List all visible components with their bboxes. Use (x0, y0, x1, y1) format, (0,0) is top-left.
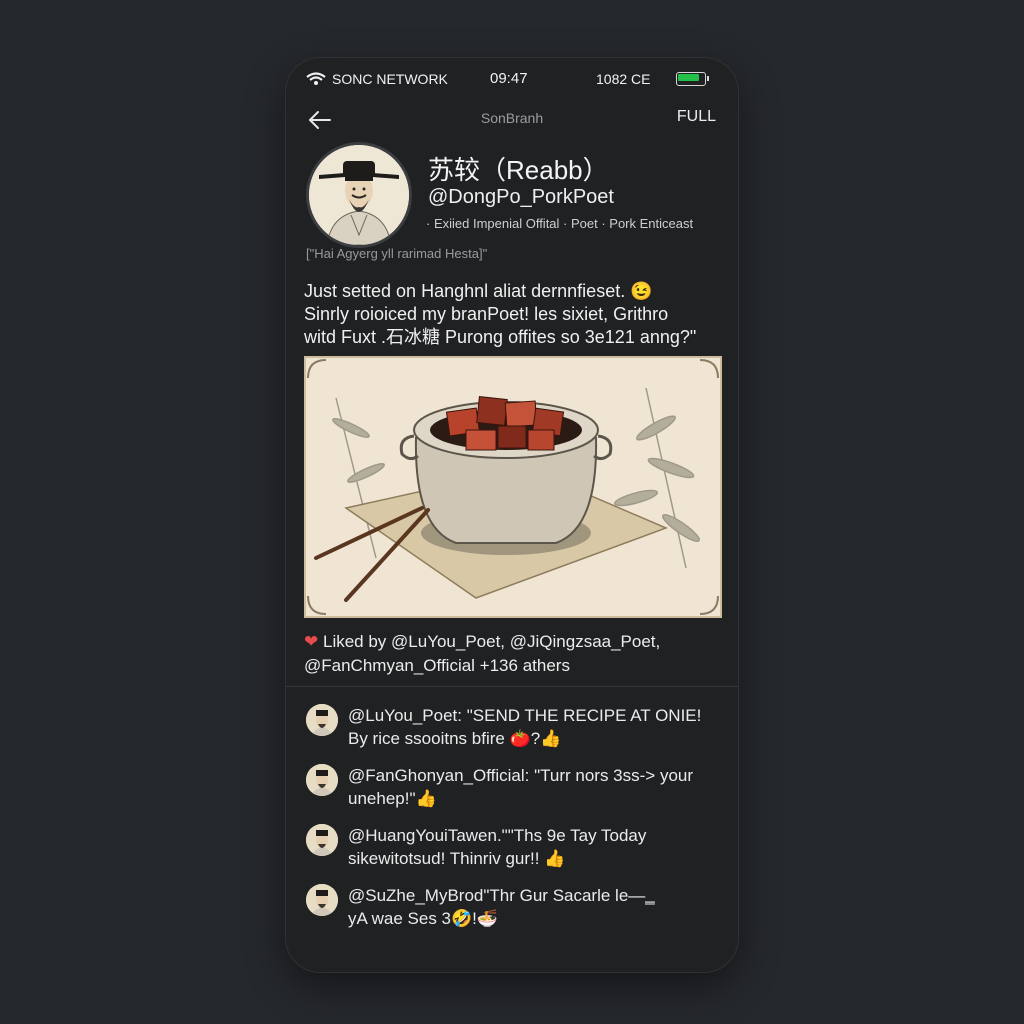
scholar-avatar-icon (306, 764, 338, 796)
post-line: Just setted on Hanghnl aliat dernnfieset… (304, 281, 653, 301)
profile-avatar[interactable] (306, 142, 412, 248)
wifi-icon (306, 72, 326, 85)
clock: 09:47 (490, 70, 528, 87)
profile-bio: · Exiied Impenial Offital · Poet · Pork … (426, 216, 694, 231)
comment-line: @SuZhe_MyBrod"Thr Gur Sacarle le—‗ (348, 886, 655, 905)
post-text: Just setted on Hanghnl aliat dernnfieset… (304, 280, 724, 349)
commenter-avatar[interactable] (306, 764, 338, 796)
likes-line-2: @FanChmyan_Official +136 athers (304, 656, 570, 675)
post-line: Sinrly roioiced my branPoet! les sixiet,… (304, 304, 669, 324)
profile-quote: ["Hai Agyerg yll rarimad Hesta]" (306, 246, 488, 261)
likes-line-1: Liked by @LuYou_Poet, @JiQingzsaa_Poet, (322, 632, 661, 651)
comment-line: unehep!"👍 (348, 789, 437, 808)
phone-frame: SONC NETWORK 09:47 1082 CE SonBranh FULL (286, 58, 738, 972)
commenter-avatar[interactable] (306, 704, 338, 736)
cell-info: 1082 CE (596, 71, 651, 87)
post-line: witd Fuxt .石冰糖 Purong offites so 3e121 a… (304, 327, 697, 347)
comment-line: @FanGhonyan_Official: "Turr nors 3ss-> y… (348, 766, 694, 785)
full-button[interactable]: FULL (677, 108, 716, 126)
comment-line: @LuYou_Poet: "SEND THE RECIPE AT ONIE! (348, 706, 702, 725)
display-name: 苏较（Reabb） (428, 155, 609, 185)
divider (286, 686, 738, 687)
heart-icon[interactable]: ❤ (304, 632, 318, 651)
battery-fill (678, 74, 699, 81)
battery-icon (676, 72, 709, 86)
scholar-portrait-icon (309, 145, 409, 245)
comment-line: sikewitotsud! Thinriv gur!! 👍 (348, 849, 566, 868)
commenter-avatar[interactable] (306, 884, 338, 916)
post-image[interactable] (304, 356, 722, 618)
comment-line: By rice ssooitns bfire 🍅?👍 (348, 729, 562, 748)
profile-handle[interactable]: @DongPo_PorkPoet (428, 186, 614, 209)
network-name: SONC NETWORK (332, 71, 448, 87)
scholar-avatar-icon (306, 704, 338, 736)
comment-line: yA wae Ses 3🤣!🍜 (348, 909, 499, 928)
commenter-avatar[interactable] (306, 824, 338, 856)
scholar-avatar-icon (306, 884, 338, 916)
comment-line: @HuangYouiTawen.""Ths 9e Tay Today (348, 826, 647, 845)
scholar-avatar-icon (306, 824, 338, 856)
braised-pork-painting (306, 358, 720, 616)
status-bar: SONC NETWORK 09:47 1082 CE (286, 58, 738, 100)
nav-title: SonBranh (480, 110, 544, 126)
nav-bar: SonBranh FULL (286, 100, 738, 140)
likes-summary[interactable]: ❤ Liked by @LuYou_Poet, @JiQingzsaa_Poet… (304, 630, 724, 678)
network-indicator: SONC NETWORK (306, 71, 448, 87)
